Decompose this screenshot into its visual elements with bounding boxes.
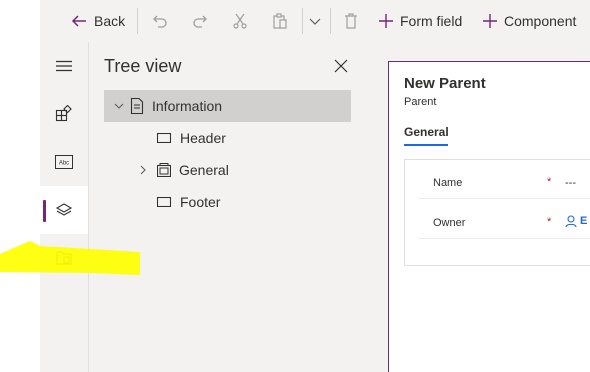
active-tab-underline [404,144,448,146]
chevron-down-icon [114,103,124,109]
components-icon [55,105,72,122]
rectangle-icon [157,133,171,143]
text-field-icon: Abc [55,155,73,169]
tree-view-rail-button[interactable] [40,186,88,234]
tree-item-label: Header [180,130,226,146]
back-button[interactable]: Back [70,0,125,42]
redo-icon [193,15,207,28]
name-field-value[interactable]: --- [565,177,576,189]
form-field-label: Form field [400,13,463,29]
toolbar-divider [302,8,303,34]
tree-item-label: General [179,162,229,178]
trash-icon [345,13,357,29]
clipboard-icon [273,13,287,29]
owner-link[interactable]: E [580,215,587,227]
cut-button[interactable] [232,0,248,42]
tree-item-label: Information [152,98,223,114]
redo-button[interactable] [192,0,208,42]
tree-item-general[interactable]: General [104,154,351,186]
library-icon [56,251,72,265]
svg-text:Abc: Abc [59,161,69,167]
command-bar: Back Form field Component [40,0,590,42]
form-libraries-rail-button[interactable] [40,234,88,282]
plus-icon [379,14,393,28]
components-rail-button[interactable] [40,90,88,138]
undo-icon [153,15,167,28]
tab-icon [157,163,171,177]
paste-button[interactable] [272,0,288,42]
scissors-icon [233,13,247,29]
chevron-right-icon [140,165,146,175]
chevron-down-icon [309,18,321,25]
form-entity-name: Parent [404,96,437,108]
layers-icon [55,203,73,216]
toolbar-divider [330,8,331,34]
add-component-button[interactable]: Component [482,0,576,42]
collapse-menu-button[interactable] [40,42,88,90]
tree-item-information[interactable]: Information [104,90,351,122]
tree-item-label: Footer [180,194,221,210]
form-canvas: New Parent Parent General Name * --- Own… [367,42,590,372]
required-indicator: * [547,176,552,188]
tree-view-pane: Tree view Information Header General Foo… [89,42,367,372]
tab-general[interactable]: General [404,125,449,139]
close-button[interactable] [333,58,349,74]
tree-view-title: Tree view [104,56,182,76]
left-rail: Abc [40,42,88,372]
add-form-field-button[interactable]: Form field [378,0,462,42]
toolbar-divider [137,8,138,34]
arrow-left-icon [71,15,86,27]
form-section[interactable]: Name * --- Owner * E [404,159,590,266]
undo-button[interactable] [152,0,168,42]
form-document-icon [130,98,144,114]
field-divider [419,238,590,239]
form-preview[interactable]: New Parent Parent General Name * --- Own… [388,61,590,372]
delete-button[interactable] [344,0,358,42]
more-options-dropdown[interactable] [308,0,322,42]
rectangle-icon [157,197,171,207]
back-button-label: Back [94,13,126,29]
hamburger-menu-icon [56,60,72,72]
field-label-owner: Owner [433,217,466,229]
person-icon [565,215,577,227]
tree-item-footer[interactable]: Footer [104,186,351,218]
tree-item-header[interactable]: Header [104,122,351,154]
plus-icon [483,14,497,28]
field-divider [419,198,590,199]
component-label: Component [504,13,577,29]
owner-field-value[interactable]: E [565,215,587,227]
fields-rail-button[interactable]: Abc [40,138,88,186]
close-icon [334,59,348,73]
active-indicator [43,200,46,222]
required-indicator: * [547,216,552,228]
field-label-name: Name [433,177,463,189]
form-title: New Parent [404,75,486,92]
